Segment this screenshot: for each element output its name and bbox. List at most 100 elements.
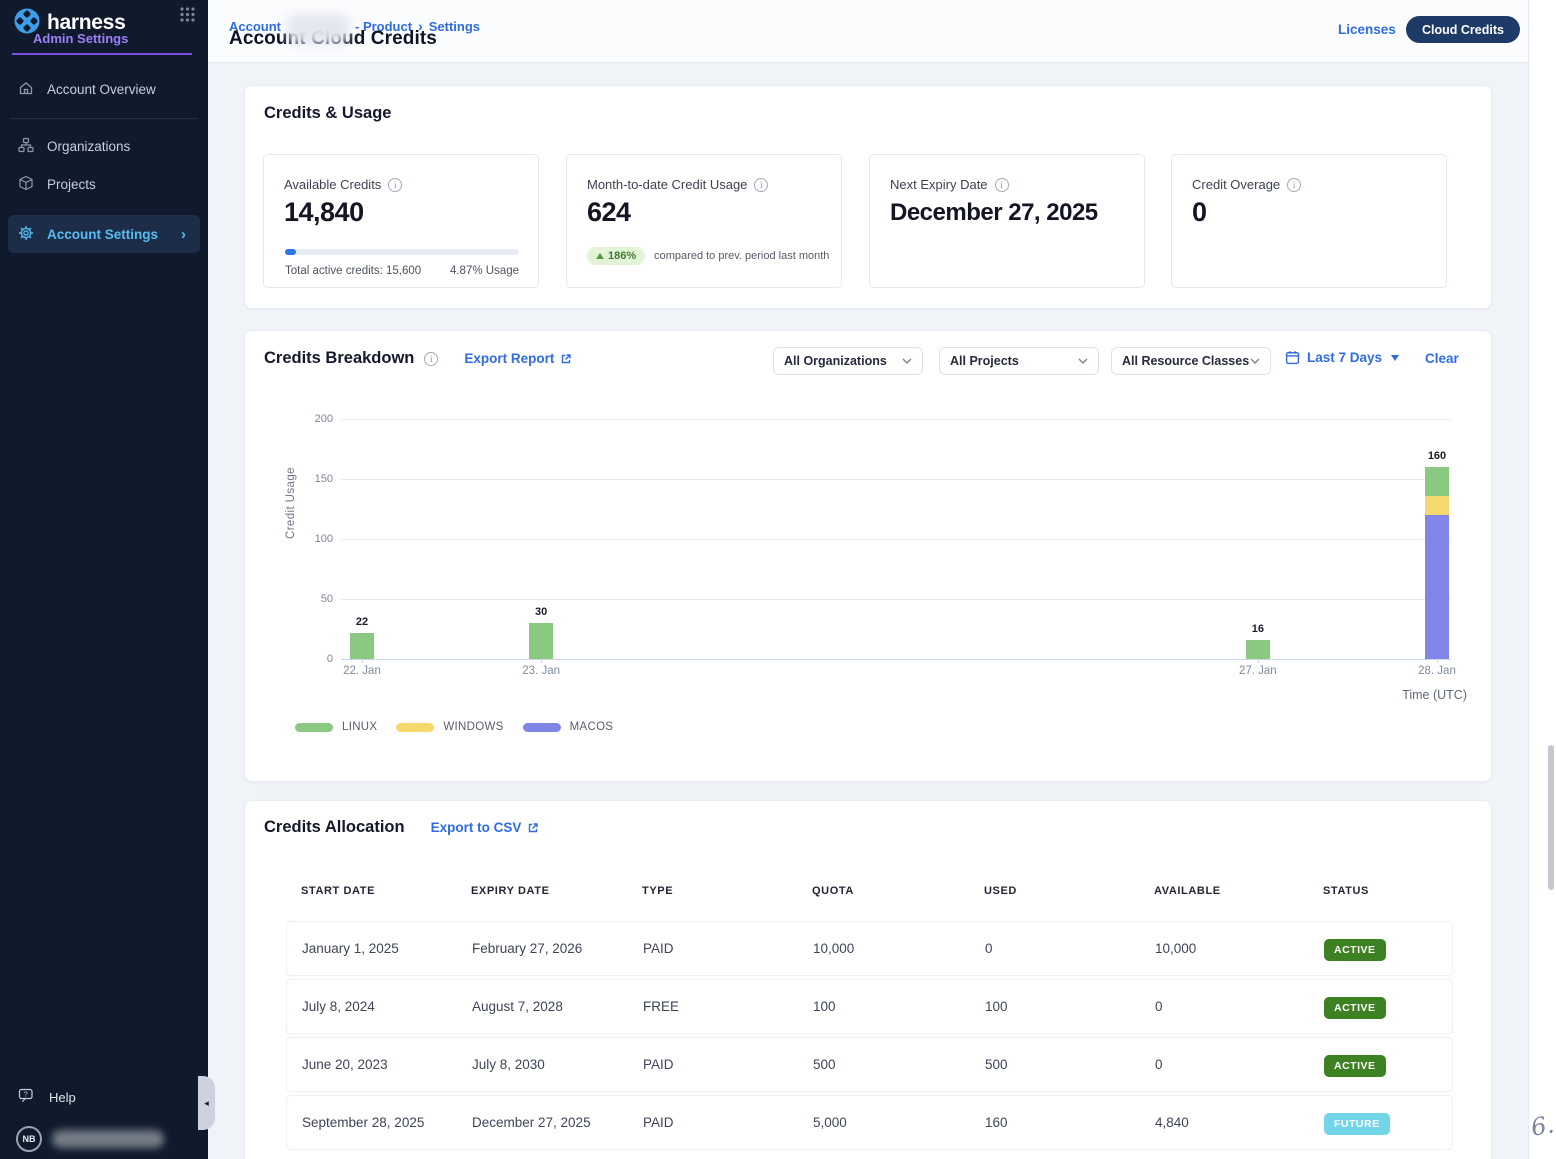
date-range-picker[interactable]: Last 7 Days (1285, 350, 1399, 365)
chevron-down-icon (1250, 358, 1260, 364)
clear-filters-link[interactable]: Clear (1425, 351, 1459, 366)
legend-item-linux[interactable]: LINUX (295, 721, 377, 733)
delta-note: compared to prev. period last month (654, 250, 829, 262)
cell-available: 0 (1155, 1038, 1163, 1091)
cell-used: 100 (985, 980, 1008, 1033)
legend-swatch (295, 723, 333, 732)
sidebar-item-account-settings[interactable]: Account Settings› (8, 215, 200, 253)
bar-segment-linux (350, 633, 374, 659)
y-axis-title: Credit Usage (285, 419, 297, 539)
y-axis-tick-label: 0 (293, 653, 333, 665)
credits-allocation-section: Credits Allocation Export to CSV START D… (244, 800, 1492, 1159)
cube-icon (18, 175, 34, 194)
x-axis-tick (541, 659, 542, 663)
x-axis-tick (1258, 659, 1259, 663)
page: harness Admin Settings Account OverviewO… (0, 0, 1556, 1159)
table-row: July 8, 2024August 7, 2028FREE1001000ACT… (286, 979, 1453, 1034)
cell-start: January 1, 2025 (302, 922, 399, 975)
sidebar-item-projects[interactable]: Projects (0, 165, 208, 203)
x-axis-tick-label: 22. Jan (330, 665, 394, 677)
scrollbar-gutter (1528, 0, 1556, 1159)
sidebar-subtitle: Admin Settings (33, 31, 128, 46)
scrollbar-thumb[interactable] (1548, 745, 1554, 890)
org-icon (18, 137, 34, 156)
sidebar-item-label: Account Settings (47, 227, 158, 242)
topbar: Account - Product › Settings Account Clo… (208, 0, 1528, 63)
gridline (341, 419, 1451, 420)
gridline (341, 599, 1451, 600)
projects-filter-select[interactable]: All Projects (939, 347, 1099, 375)
sidebar-item-label: Account Overview (47, 82, 156, 97)
cell-type: PAID (643, 922, 674, 975)
legend-label: MACOS (570, 721, 614, 733)
cell-expiry: August 7, 2028 (472, 980, 563, 1033)
gridline (341, 539, 1451, 540)
column-header-available: AVAILABLE (1154, 885, 1221, 897)
cell-quota: 100 (813, 980, 836, 1033)
credits-usage-title: Credits & Usage (264, 104, 391, 123)
cell-status: ACTIVE (1324, 980, 1386, 1033)
home-icon (18, 80, 34, 99)
sidebar-item-help[interactable]: ? Help (0, 1082, 208, 1112)
sidebar-collapse-handle[interactable]: ◂ (198, 1076, 215, 1130)
apps-grid-icon[interactable] (179, 6, 196, 28)
sidebar: harness Admin Settings Account OverviewO… (0, 0, 208, 1159)
credits-breakdown-section: Credits Breakdown i Export Report All Or… (244, 330, 1492, 782)
cell-used: 0 (985, 922, 993, 975)
cell-expiry: February 27, 2026 (472, 922, 582, 975)
stat-card-month-to-date-credit-usage: Month-to-date Credit Usagei624186%compar… (566, 154, 842, 288)
info-icon[interactable]: i (1287, 178, 1301, 192)
sidebar-item-account-overview[interactable]: Account Overview (0, 70, 208, 108)
stat-card-value: 14,840 (284, 197, 364, 228)
cell-expiry: July 8, 2030 (472, 1038, 545, 1091)
subtitle-underline (12, 53, 192, 55)
export-report-link[interactable]: Export Report (464, 351, 572, 366)
cell-expiry: December 27, 2025 (472, 1096, 591, 1149)
cell-start: June 20, 2023 (302, 1038, 388, 1091)
info-icon[interactable]: i (995, 178, 1009, 192)
table-row: January 1, 2025February 27, 2026PAID10,0… (286, 921, 1453, 976)
legend-item-windows[interactable]: WINDOWS (396, 721, 503, 733)
organizations-filter-select[interactable]: All Organizations (773, 347, 923, 375)
column-header-used: USED (984, 885, 1017, 897)
caret-down-icon (1391, 355, 1399, 361)
status-badge: ACTIVE (1324, 997, 1386, 1019)
bar-segment-linux (529, 623, 553, 659)
column-header-quota: QUOTA (812, 885, 854, 897)
stat-card-value: December 27, 2025 (890, 197, 1102, 228)
bar-value-label: 16 (1236, 623, 1280, 635)
stat-card-value: 0 (1192, 197, 1207, 228)
cell-type: PAID (643, 1096, 674, 1149)
sidebar-item-organizations[interactable]: Organizations (0, 127, 208, 165)
legend-swatch (523, 723, 561, 732)
stat-card-next-expiry-date: Next Expiry DateiDecember 27, 2025 (869, 154, 1145, 288)
x-axis-tick (362, 659, 363, 663)
credits-breakdown-title: Credits Breakdown (264, 349, 414, 368)
sidebar-nav: Account Overview Organizations Projects Acc… (0, 70, 208, 253)
avatar[interactable]: NB (16, 1126, 42, 1152)
cloud-credits-button[interactable]: Cloud Credits (1406, 16, 1520, 43)
chevron-down-icon (1078, 358, 1088, 364)
handwritten-annotation: 6. (1529, 1110, 1556, 1142)
legend-swatch (396, 723, 434, 732)
cell-quota: 5,000 (813, 1096, 847, 1149)
calendar-icon (1285, 350, 1300, 365)
export-csv-link[interactable]: Export to CSV (431, 820, 540, 835)
credits-allocation-title: Credits Allocation (264, 818, 405, 837)
table-row: September 28, 2025December 27, 2025PAID5… (286, 1095, 1453, 1150)
x-axis-tick-label: 23. Jan (509, 665, 573, 677)
licenses-link[interactable]: Licenses (1338, 22, 1396, 37)
info-icon[interactable]: i (388, 178, 402, 192)
y-axis-tick-label: 200 (293, 413, 333, 425)
gridline (341, 479, 1451, 480)
legend-item-macos[interactable]: MACOS (523, 721, 614, 733)
resource-classes-filter-select[interactable]: All Resource Classes (1111, 347, 1271, 375)
bar-segment-macos (1425, 515, 1449, 659)
x-axis-tick-label: 27. Jan (1226, 665, 1290, 677)
total-active-credits: Total active credits: 15,600 (285, 265, 421, 277)
user-row: NB (16, 1126, 164, 1152)
cell-used: 160 (985, 1096, 1008, 1149)
info-icon[interactable]: i (754, 178, 768, 192)
sidebar-item-label: Projects (47, 177, 96, 192)
info-icon[interactable]: i (424, 352, 438, 366)
